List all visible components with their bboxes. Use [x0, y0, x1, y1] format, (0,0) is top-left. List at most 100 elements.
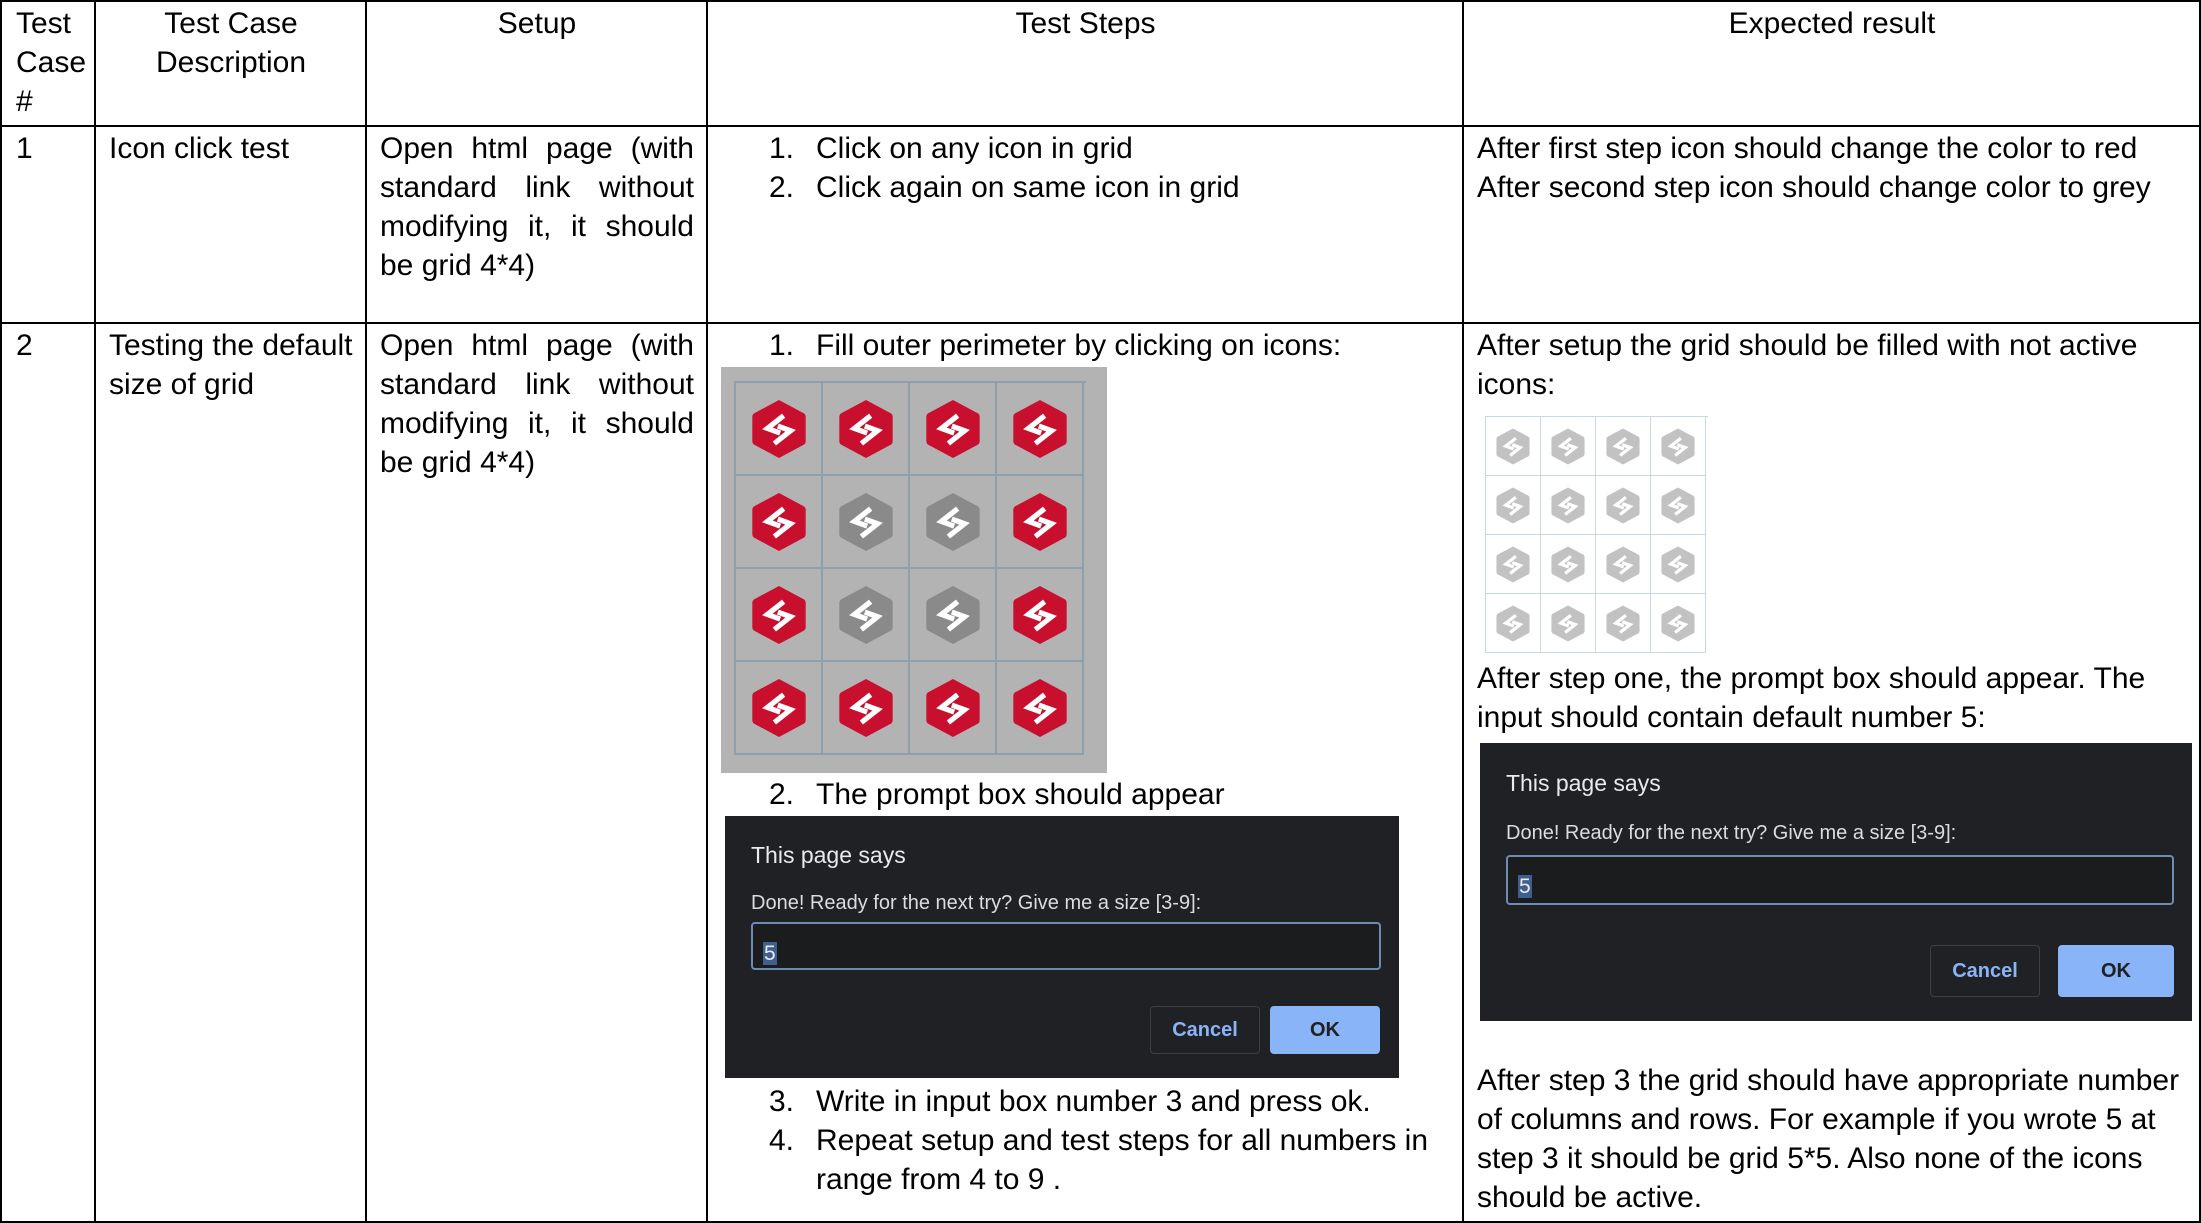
hexagon-arrows-icon[interactable] [924, 398, 982, 460]
hexagon-arrows-icon[interactable] [750, 677, 808, 739]
grid-cell[interactable] [736, 569, 823, 662]
hexagon-arrows-icon[interactable] [1660, 486, 1696, 525]
hexagon-arrows-icon[interactable] [1495, 486, 1531, 525]
hexagon-arrows-icon[interactable] [924, 677, 982, 739]
icon-grid-screenshot [721, 367, 1107, 773]
cancel-button[interactable]: Cancel [1930, 945, 2040, 997]
grid-cell[interactable] [823, 662, 910, 755]
grid-cell[interactable] [1651, 476, 1706, 535]
hexagon-arrows-icon[interactable] [1550, 427, 1586, 466]
grid-cell[interactable] [1651, 535, 1706, 594]
steps-list: 1. Click on any icon in grid 2. Click agai… [708, 129, 1450, 207]
hexagon-arrows-icon[interactable] [1495, 545, 1531, 584]
hexagon-arrows-icon[interactable] [1605, 545, 1641, 584]
test-steps-cell: 1. Click on any icon in grid 2. Click agai… [706, 125, 1464, 324]
hexagon-arrows-icon[interactable] [1550, 604, 1586, 643]
hexagon-arrows-icon[interactable] [924, 491, 982, 553]
dialog-title: This page says [1506, 770, 1661, 796]
grid-cell[interactable] [1486, 476, 1541, 535]
hexagon-arrows-icon[interactable] [837, 491, 895, 553]
hexagon-arrows-icon[interactable] [1605, 604, 1641, 643]
hexagon-arrows-icon[interactable] [1660, 427, 1696, 466]
grid-cell[interactable] [823, 476, 910, 569]
grid-cell[interactable] [1596, 535, 1651, 594]
hexagon-arrows-icon[interactable] [750, 584, 808, 646]
grid-cell[interactable] [736, 476, 823, 569]
grid-cell[interactable] [997, 476, 1084, 569]
grid-cell[interactable] [1596, 476, 1651, 535]
test-case-description: Testing the default size of grid [94, 322, 367, 1223]
hexagon-arrows-icon[interactable] [1011, 398, 1069, 460]
grid-cell[interactable] [1596, 417, 1651, 476]
hexagon-arrows-icon[interactable] [1660, 545, 1696, 584]
dialog-title: This page says [751, 842, 906, 868]
grid-cell[interactable] [910, 569, 997, 662]
dialog-message: Done! Ready for the next try? Give me a … [1506, 822, 1957, 844]
expected-result-cell: After first step icon should change the … [1462, 125, 2201, 324]
grid-cell[interactable] [1651, 417, 1706, 476]
hexagon-arrows-icon[interactable] [1660, 604, 1696, 643]
list-item: 2. Click again on same icon in grid [768, 171, 1240, 204]
dialog-input[interactable]: 5 [1506, 855, 2174, 905]
grid-cell[interactable] [823, 383, 910, 476]
hexagon-arrows-icon[interactable] [837, 677, 895, 739]
list-item: 1. Fill outer perimeter by clicking on ic… [768, 329, 1342, 362]
hexagon-arrows-icon[interactable] [1495, 427, 1531, 466]
grid-cell[interactable] [1541, 476, 1596, 535]
expected-text: After step one, the prompt box should ap… [1477, 662, 2146, 734]
grid-cell[interactable] [997, 662, 1084, 755]
hexagon-arrows-icon[interactable] [1011, 584, 1069, 646]
hexagon-arrows-icon[interactable] [1550, 545, 1586, 584]
grid-cell[interactable] [997, 383, 1084, 476]
steps-list: 2. The prompt box should appear [708, 775, 1458, 814]
grid-cell[interactable] [736, 383, 823, 476]
grid-cell[interactable] [1651, 594, 1706, 653]
hexagon-arrows-icon[interactable] [1495, 604, 1531, 643]
grid-cell[interactable] [1486, 535, 1541, 594]
list-item: 3. Write in input box number 3 and press … [768, 1085, 1371, 1118]
hexagon-arrows-icon[interactable] [924, 584, 982, 646]
inactive-icon-grid [1485, 416, 1708, 653]
cancel-button[interactable]: Cancel [1150, 1006, 1260, 1054]
dialog-input[interactable]: 5 [751, 922, 1381, 970]
dialog-input-value: 5 [763, 942, 777, 965]
test-case-number: 1 [0, 125, 96, 324]
test-case-table: Test Case # Test Case Description Setup … [0, 0, 2201, 1223]
expected-text: After step 3 the grid should have approp… [1477, 1064, 2180, 1214]
ok-button[interactable]: OK [2058, 945, 2174, 997]
grid-cell[interactable] [910, 662, 997, 755]
grid-cell[interactable] [1486, 594, 1541, 653]
expected-text: After second step icon should change col… [1477, 171, 2151, 204]
test-case-description: Icon click test [94, 125, 367, 324]
header-expected-result: Expected result [1462, 0, 2201, 127]
table-row: 2 Testing the default size of grid Open … [0, 322, 2201, 1223]
hexagon-arrows-icon[interactable] [837, 584, 895, 646]
expected-text: After setup the grid should be filled wi… [1477, 329, 2138, 401]
hexagon-arrows-icon[interactable] [1605, 486, 1641, 525]
grid-cell[interactable] [910, 476, 997, 569]
grid-cell[interactable] [1486, 417, 1541, 476]
grid-cell[interactable] [1541, 594, 1596, 653]
hexagon-arrows-icon[interactable] [1011, 491, 1069, 553]
header-row: Test Case # Test Case Description Setup … [0, 0, 2201, 127]
hexagon-arrows-icon[interactable] [750, 398, 808, 460]
list-item: 1. Click on any icon in grid [768, 132, 1133, 165]
grid-cell[interactable] [1541, 417, 1596, 476]
dialog-input-value: 5 [1518, 875, 1532, 898]
grid-cell[interactable] [910, 383, 997, 476]
hexagon-arrows-icon[interactable] [1011, 677, 1069, 739]
grid-cell[interactable] [997, 569, 1084, 662]
ok-button[interactable]: OK [1270, 1006, 1380, 1054]
grid-cell[interactable] [823, 569, 910, 662]
test-case-number: 2 [0, 322, 96, 1223]
grid-cell[interactable] [736, 662, 823, 755]
hexagon-arrows-icon[interactable] [1550, 486, 1586, 525]
prompt-dialog: This page says Done! Ready for the next … [725, 816, 1399, 1078]
hexagon-arrows-icon[interactable] [750, 491, 808, 553]
grid-cell[interactable] [1541, 535, 1596, 594]
dialog-message: Done! Ready for the next try? Give me a … [751, 892, 1202, 914]
grid-cell[interactable] [1596, 594, 1651, 653]
steps-list: 1. Fill outer perimeter by clicking on ic… [708, 326, 1458, 365]
hexagon-arrows-icon[interactable] [1605, 427, 1641, 466]
hexagon-arrows-icon[interactable] [837, 398, 895, 460]
